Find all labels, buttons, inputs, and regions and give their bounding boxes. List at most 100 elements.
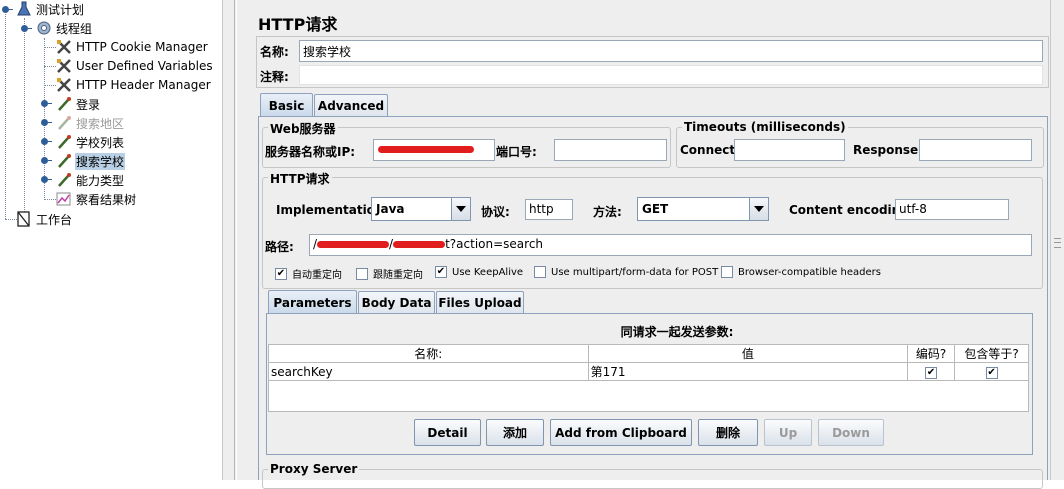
redacted-mark	[378, 146, 474, 153]
add-button[interactable]: 添加	[486, 419, 544, 446]
tab-parameters[interactable]: Parameters	[268, 290, 357, 314]
detail-button[interactable]: Detail	[414, 419, 481, 446]
expand-toggle[interactable]	[41, 100, 52, 107]
tree-node-label: HTTP Header Manager	[76, 78, 211, 92]
protocol-field[interactable]: http	[525, 199, 573, 220]
method-label: 方法:	[593, 205, 622, 219]
test-plan-tree: 测试计划 线程组 HTTP Cookie Manager User Define…	[0, 0, 222, 480]
col-header-name[interactable]: 名称:	[268, 344, 589, 363]
tree-node-login[interactable]: 登录	[56, 95, 101, 113]
checkbox-box: ✔	[275, 267, 287, 280]
tree-node-test-plan[interactable]: 测试计划	[16, 0, 85, 18]
param-include-equals-cell[interactable]: ✔	[954, 362, 1029, 381]
tree-node-label: User Defined Variables	[76, 59, 213, 73]
method-select[interactable]: GET	[637, 197, 769, 221]
expand-toggle[interactable]	[41, 176, 52, 183]
delete-button[interactable]: 删除	[698, 419, 758, 446]
tree-node-thread-group[interactable]: 线程组	[36, 19, 93, 37]
down-button[interactable]: Down	[818, 419, 884, 446]
col-header-include-equals[interactable]: 包含等于?	[954, 344, 1029, 363]
table-header-row: 名称: 值 编码? 包含等于?	[268, 344, 1029, 363]
pipette-icon	[56, 153, 72, 169]
params-caption: 同请求一起发送参数:	[620, 325, 734, 339]
connect-label: Connect:	[680, 143, 740, 157]
multipart-checkbox[interactable]: Use multipart/form-data for POST	[534, 266, 718, 278]
flask-icon	[16, 1, 32, 17]
tree-node-label: 搜索地区	[76, 116, 125, 131]
pipette-icon	[56, 115, 72, 131]
chevron-down-icon[interactable]	[749, 198, 768, 220]
web-server-title: Web服务器	[268, 120, 338, 137]
port-field[interactable]	[554, 139, 667, 161]
checkbox-box[interactable]: ✔	[985, 367, 998, 379]
col-header-encode[interactable]: 编码?	[907, 344, 956, 363]
tree-node-ability-type[interactable]: 能力类型	[56, 171, 125, 189]
tree-node-header-manager[interactable]: HTTP Header Manager	[56, 76, 212, 94]
collapse-toggle[interactable]	[21, 25, 32, 32]
expand-toggle[interactable]	[41, 157, 52, 164]
tree-node-search-school[interactable]: 搜索学校	[56, 152, 126, 170]
gear-icon	[36, 20, 52, 36]
implementation-select[interactable]: Java	[371, 197, 471, 221]
param-name-cell[interactable]: searchKey	[268, 362, 589, 381]
keepalive-checkbox[interactable]: ✔ Use KeepAlive	[435, 266, 523, 278]
tab-advanced[interactable]: Advanced	[314, 94, 388, 116]
protocol-label: 协议:	[481, 205, 510, 219]
checkbox-label: Use multipart/form-data for POST	[551, 266, 719, 278]
chevron-down-icon[interactable]	[451, 198, 470, 220]
tree-node-label: 工作台	[36, 212, 73, 227]
tree-node-label: 搜索学校	[75, 152, 126, 170]
checkbox-box[interactable]: ✔	[925, 367, 938, 379]
tree-node-label: 测试计划	[36, 2, 85, 17]
tree-node-results-tree[interactable]: 察看结果树	[56, 190, 137, 208]
pipette-icon	[56, 172, 72, 188]
follow-redirect-checkbox[interactable]: 跟随重定向	[356, 266, 423, 281]
name-label: 名称:	[260, 45, 289, 59]
connect-timeout-field[interactable]	[734, 139, 845, 161]
proxy-server-title: Proxy Server	[268, 462, 360, 476]
col-header-value[interactable]: 值	[587, 344, 909, 363]
path-field[interactable]: / / t?action=search	[309, 234, 1032, 256]
redacted-mark	[317, 241, 390, 248]
tree-node-label: 学校列表	[76, 135, 125, 150]
response-label: Response:	[853, 143, 923, 157]
content-encoding-field[interactable]: utf-8	[895, 199, 1009, 220]
timeouts-title: Timeouts (milliseconds)	[682, 120, 848, 134]
up-button[interactable]: Up	[764, 419, 812, 446]
tree-node-school-list[interactable]: 学校列表	[56, 133, 125, 151]
auto-redirect-checkbox[interactable]: ✔ 自动重定向	[275, 266, 342, 281]
method-value: GET	[642, 202, 669, 216]
http-request-panel: HTTP请求 名称: 搜索学校 注释: Basic Advanced Web服务…	[247, 0, 1050, 489]
proxy-server-group	[262, 469, 1043, 489]
tools-icon	[56, 77, 72, 93]
collapse-toggle[interactable]	[2, 6, 13, 13]
server-name-field[interactable]	[373, 139, 495, 161]
expand-toggle[interactable]	[41, 119, 52, 126]
comment-field[interactable]	[299, 65, 1043, 85]
tab-files-upload[interactable]: Files Upload	[436, 291, 524, 313]
scroll-grip[interactable]	[1054, 238, 1061, 248]
tree-node-user-defined-variables[interactable]: User Defined Variables	[56, 57, 214, 75]
tree-node-search-region[interactable]: 搜索地区	[56, 114, 125, 132]
workbench-icon	[16, 211, 32, 227]
tree-node-cookie-manager[interactable]: HTTP Cookie Manager	[56, 38, 209, 56]
vertical-scrollbar[interactable]	[1050, 0, 1064, 480]
browser-compatible-checkbox[interactable]: Browser-compatible headers	[721, 266, 881, 278]
pipette-icon	[56, 96, 72, 112]
checkbox-label: Browser-compatible headers	[738, 266, 881, 278]
implementation-value: Java	[376, 202, 405, 216]
name-field[interactable]: 搜索学校	[299, 40, 1043, 62]
split-pane-divider[interactable]	[222, 0, 247, 480]
tab-body-data[interactable]: Body Data	[358, 291, 435, 313]
add-from-clipboard-button[interactable]: Add from Clipboard	[550, 419, 692, 446]
param-encode-cell[interactable]: ✔	[907, 362, 956, 381]
tab-basic[interactable]: Basic	[260, 93, 313, 117]
http-request-title: HTTP请求	[268, 170, 332, 187]
param-value-cell[interactable]: 第171	[587, 362, 909, 381]
expand-toggle[interactable]	[41, 138, 52, 145]
table-row[interactable]: searchKey 第171 ✔ ✔	[268, 362, 1029, 381]
checkbox-box	[356, 267, 368, 280]
comment-label: 注释:	[260, 70, 289, 84]
response-timeout-field[interactable]	[919, 139, 1032, 161]
tree-node-workbench[interactable]: 工作台	[16, 210, 73, 228]
